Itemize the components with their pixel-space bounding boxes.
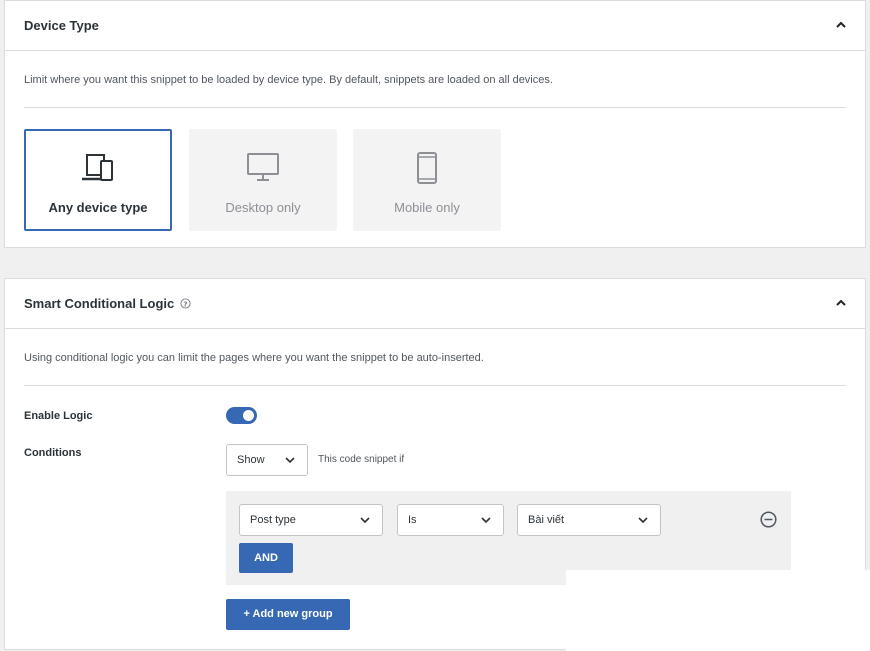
enable-logic-toggle[interactable] [226, 407, 257, 424]
divider [24, 107, 846, 108]
chevron-up-icon[interactable] [835, 20, 847, 30]
svg-text:?: ? [184, 299, 188, 308]
rule-field-value: Post type [250, 514, 296, 526]
device-type-header[interactable]: Device Type [5, 1, 865, 51]
conditions-suffix: This code snippet if [318, 454, 405, 465]
device-type-description: Limit where you want this snippet to be … [24, 74, 553, 86]
rule-value-value: Bài viết [528, 514, 565, 526]
device-option-label: Mobile only [394, 200, 460, 215]
chevron-down-icon [360, 517, 370, 524]
mobile-icon [417, 152, 437, 184]
chevron-down-icon [638, 517, 648, 524]
device-option-mobile[interactable]: Mobile only [353, 129, 501, 231]
rule-field-select[interactable]: Post type [239, 504, 383, 536]
help-icon[interactable]: ? [180, 298, 191, 309]
chevron-up-icon[interactable] [835, 298, 847, 308]
conditions-label: Conditions [24, 447, 82, 459]
show-hide-select[interactable]: Show [226, 444, 308, 476]
device-type-title: Device Type [24, 18, 99, 33]
chevron-down-icon [481, 517, 491, 524]
device-type-panel: Device Type Limit where you want this sn… [4, 0, 866, 248]
desktop-icon [247, 153, 279, 181]
add-new-group-button[interactable]: + Add new group [226, 599, 350, 630]
smart-logic-title: Smart Conditional Logic [24, 296, 175, 311]
remove-rule-icon[interactable] [760, 511, 777, 528]
smart-logic-title-wrap: Smart Conditional Logic ? [24, 296, 191, 311]
rule-operator-value: Is [408, 514, 417, 526]
device-option-desktop[interactable]: Desktop only [189, 129, 337, 231]
enable-logic-label: Enable Logic [24, 410, 93, 422]
background-patch [566, 570, 870, 651]
smart-logic-description: Using conditional logic you can limit th… [24, 352, 484, 364]
device-option-label: Desktop only [225, 200, 301, 215]
chevron-down-icon [285, 457, 295, 464]
smart-logic-header[interactable]: Smart Conditional Logic ? [5, 279, 865, 329]
rule-value-select[interactable]: Bài viết [517, 504, 661, 536]
device-option-label: Any device type [48, 200, 148, 215]
show-hide-value: Show [237, 454, 265, 466]
rule-operator-select[interactable]: Is [397, 504, 504, 536]
toggle-knob [243, 410, 254, 421]
device-option-any[interactable]: Any device type [24, 129, 172, 231]
devices-icon [82, 154, 113, 181]
divider [24, 385, 846, 386]
and-button[interactable]: AND [239, 543, 293, 573]
